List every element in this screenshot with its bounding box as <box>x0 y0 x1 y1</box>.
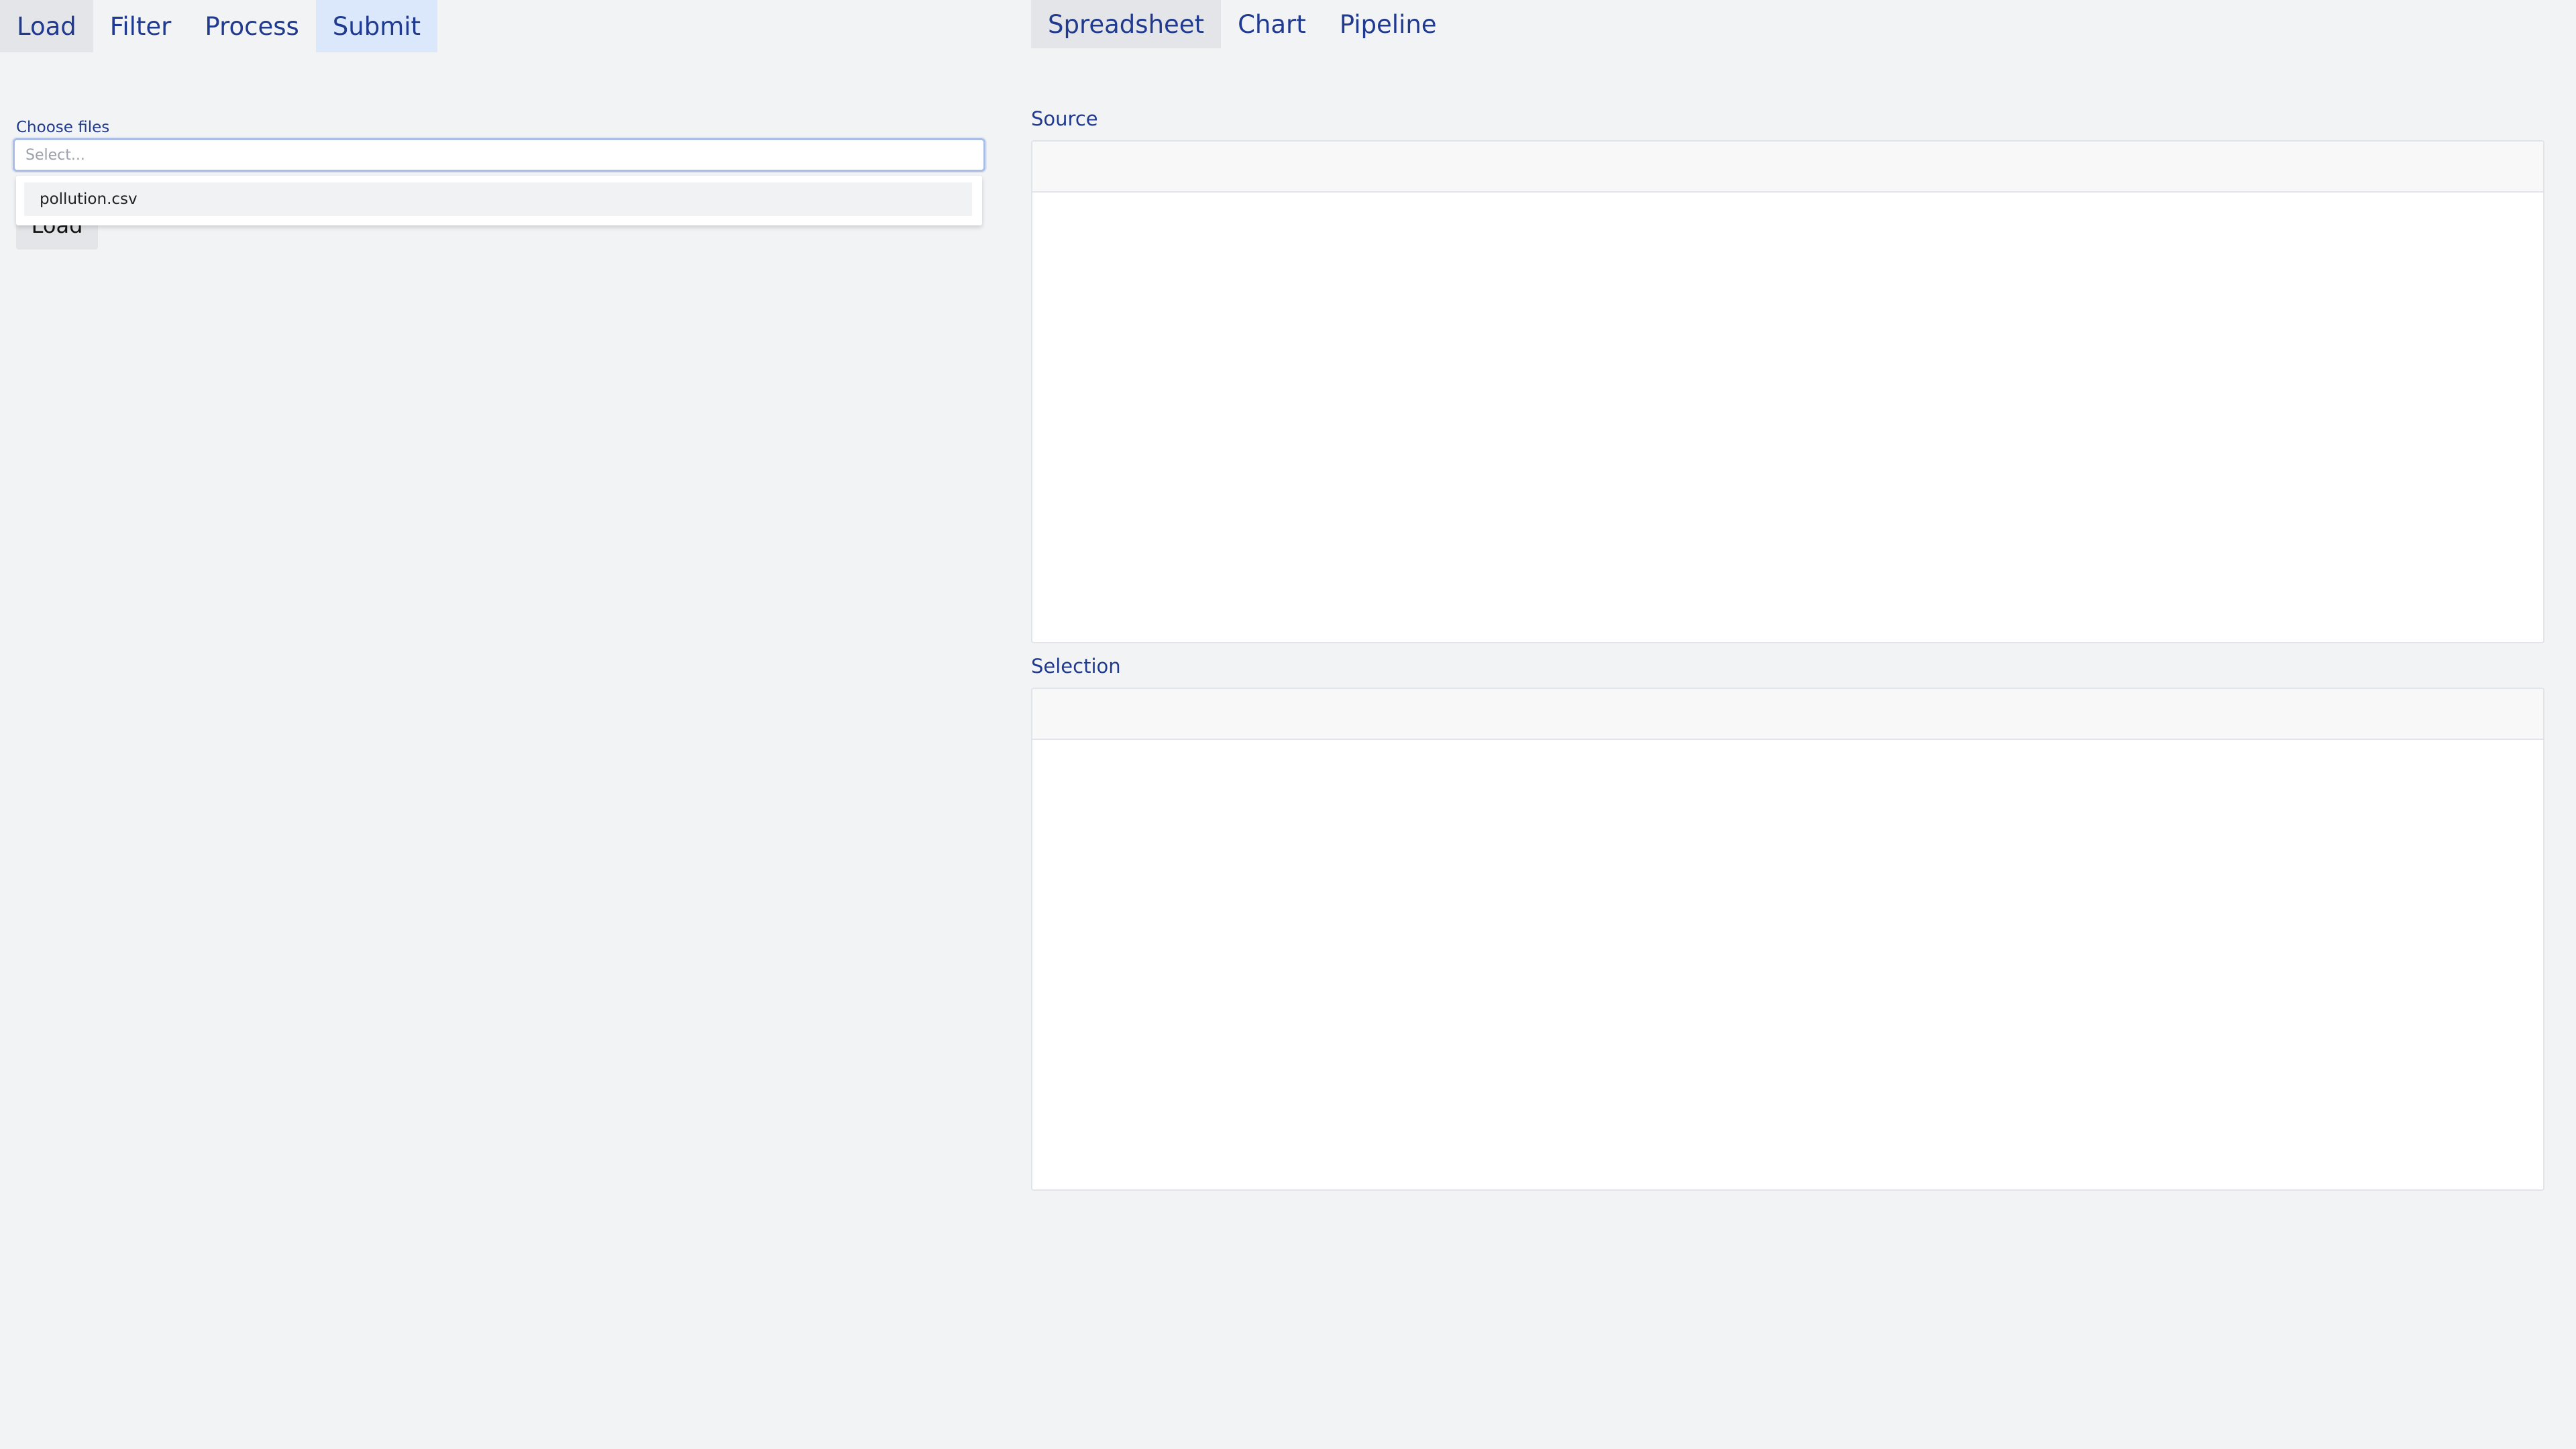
source-section-label: Source <box>1031 107 1098 130</box>
selection-spreadsheet-grid[interactable] <box>1031 688 2544 1191</box>
tab-load[interactable]: Load <box>0 0 93 52</box>
selection-grid-header <box>1032 689 2543 740</box>
source-spreadsheet-grid[interactable] <box>1031 140 2544 643</box>
tab-process[interactable]: Process <box>188 0 315 52</box>
choose-files-label: Choose files <box>16 119 110 136</box>
tab-spreadsheet[interactable]: Spreadsheet <box>1031 0 1222 48</box>
selection-section-label: Selection <box>1031 655 1121 678</box>
left-tab-bar: Load Filter Process Submit <box>0 0 438 52</box>
dropdown-option-pollution[interactable]: pollution.csv <box>24 182 972 216</box>
source-grid-header <box>1032 142 2543 193</box>
app-root: Load Filter Process Submit Choose files … <box>0 0 2576 1449</box>
view-tab-bar: Spreadsheet Chart Pipeline <box>1031 0 1454 48</box>
file-select-input[interactable] <box>25 140 965 170</box>
file-select-box[interactable] <box>13 138 985 172</box>
tab-submit[interactable]: Submit <box>315 0 438 52</box>
tab-chart[interactable]: Chart <box>1221 0 1323 48</box>
tab-filter[interactable]: Filter <box>93 0 189 52</box>
file-dropdown-menu: pollution.csv <box>16 176 982 225</box>
tab-pipeline[interactable]: Pipeline <box>1323 0 1454 48</box>
